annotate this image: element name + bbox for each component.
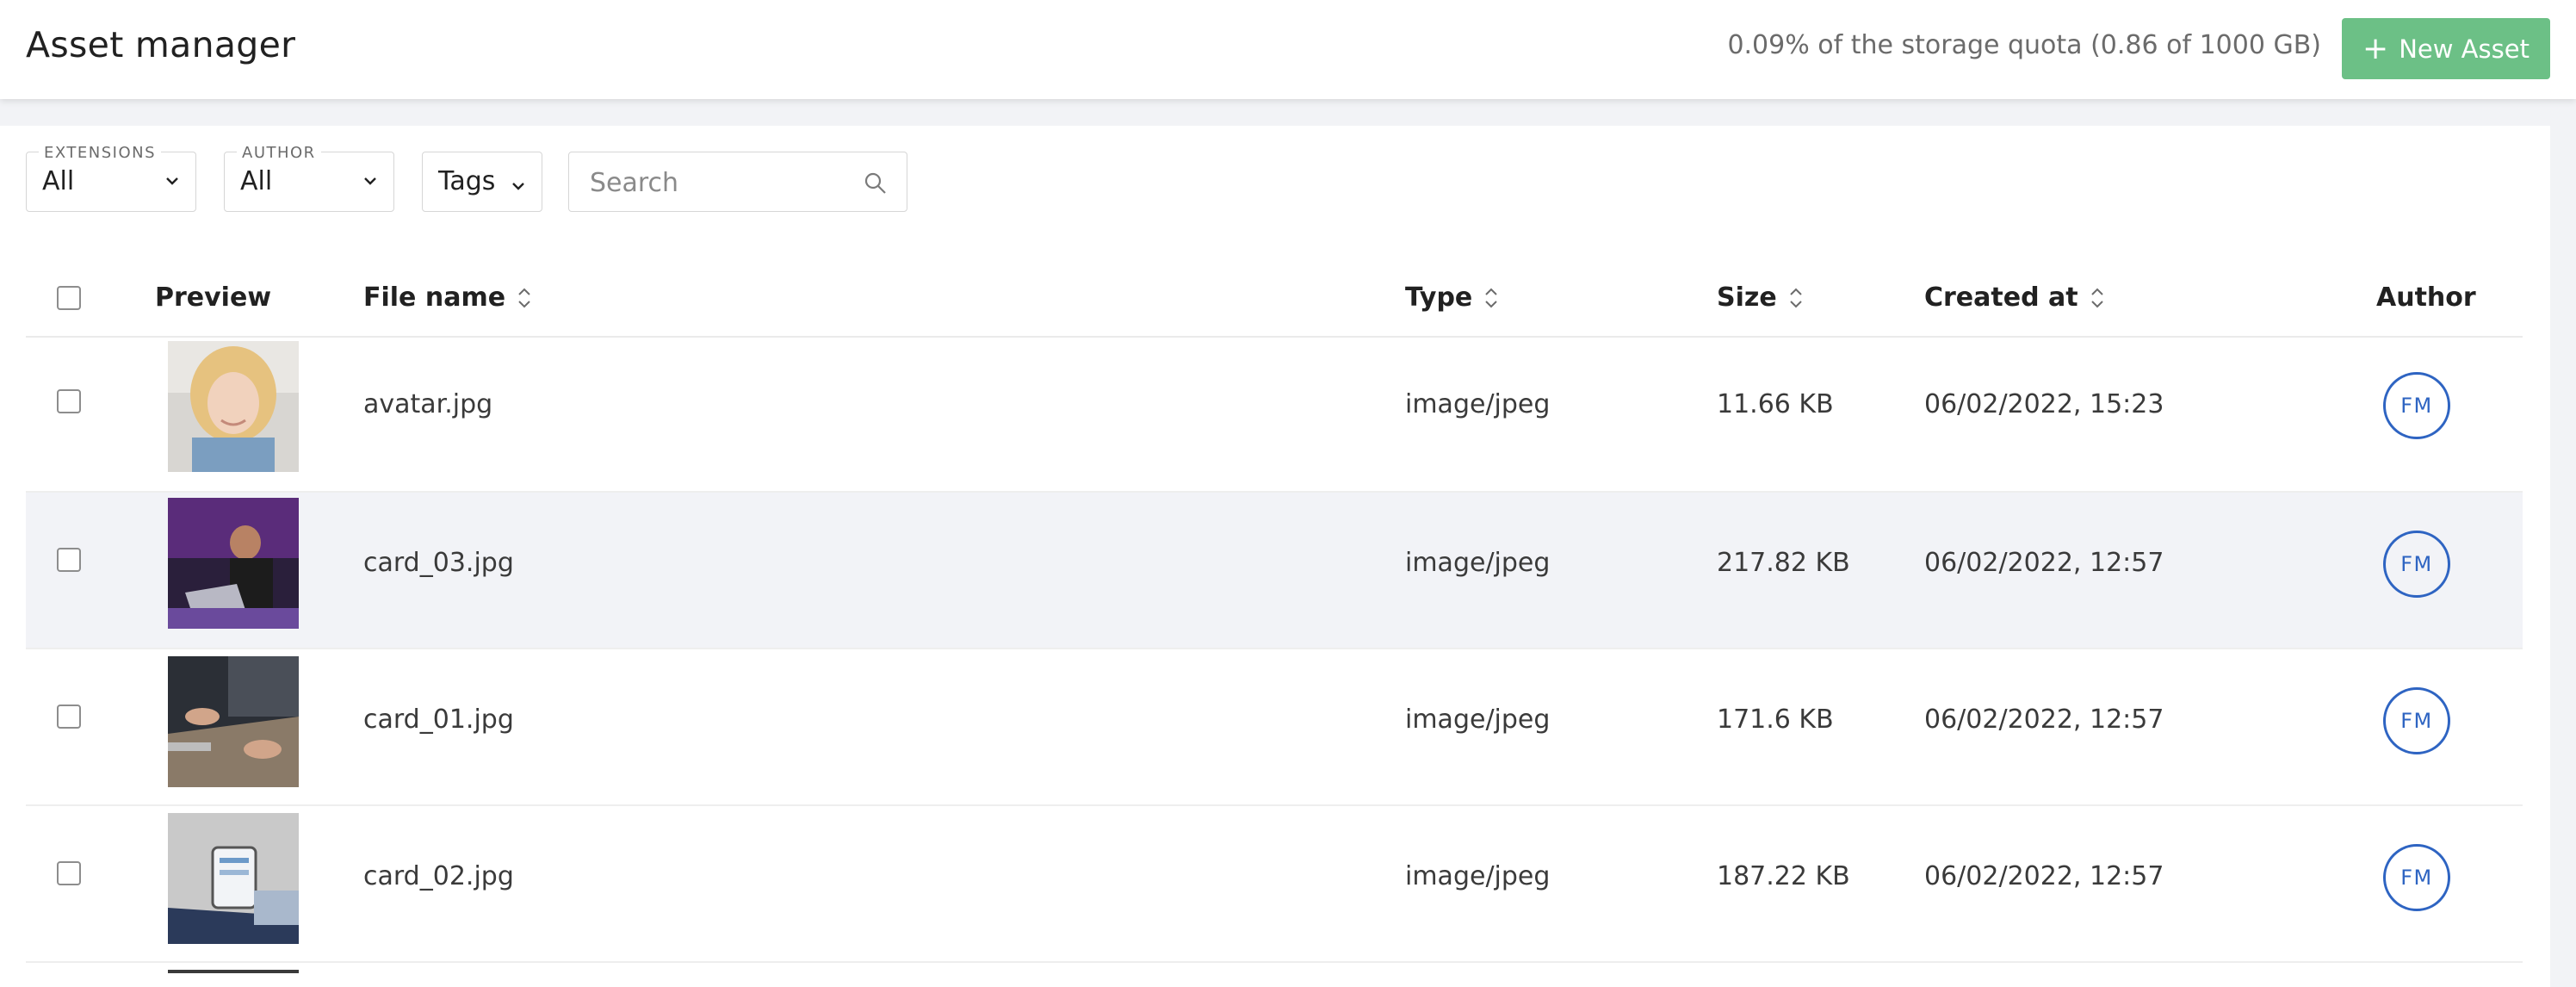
column-size-label: Size <box>1717 282 1777 313</box>
chevron-down-icon <box>512 183 524 190</box>
preview-thumbnail[interactable] <box>168 813 299 944</box>
top-bar: Asset manager 0.09% of the storage quota… <box>0 0 2576 99</box>
column-created-at-label: Created at <box>1924 282 2078 313</box>
column-preview-label: Preview <box>155 282 272 313</box>
file-name[interactable]: card_02.jpg <box>363 861 514 891</box>
sort-icon[interactable] <box>1483 285 1500 311</box>
file-size: 187.22 KB <box>1717 861 1850 891</box>
column-author-label: Author <box>2376 282 2476 313</box>
search-icon[interactable] <box>864 171 888 196</box>
column-file-name[interactable]: File name <box>363 282 533 313</box>
table-row[interactable]: card_02.jpg image/jpeg 187.22 KB 06/02/2… <box>26 806 2523 963</box>
sort-icon[interactable] <box>2089 285 2106 311</box>
table-row[interactable]: card_01.jpg image/jpeg 171.6 KB 06/02/20… <box>26 649 2523 806</box>
table-header: Preview File name Type Size Created at A… <box>26 274 2523 338</box>
file-size: 11.66 KB <box>1717 389 1834 419</box>
author-avatar[interactable]: FM <box>2383 844 2450 911</box>
column-preview: Preview <box>155 282 271 313</box>
new-asset-button[interactable]: + New Asset <box>2342 18 2550 79</box>
column-created-at[interactable]: Created at <box>1924 282 2106 313</box>
author-filter[interactable]: AUTHOR All <box>224 144 394 212</box>
author-filter-value: All <box>240 166 273 196</box>
created-at: 06/02/2022, 15:23 <box>1924 389 2164 419</box>
chevron-down-icon <box>166 177 178 185</box>
table-row[interactable] <box>26 963 2523 973</box>
preview-thumbnail[interactable] <box>168 498 299 629</box>
preview-thumbnail[interactable] <box>168 341 299 472</box>
column-file-name-label: File name <box>363 282 506 313</box>
tags-filter[interactable]: Tags <box>422 152 542 212</box>
chevron-down-icon <box>364 177 376 185</box>
author-avatar[interactable]: FM <box>2383 372 2450 439</box>
created-at: 06/02/2022, 12:57 <box>1924 548 2164 578</box>
extensions-filter-value: All <box>42 166 75 196</box>
extensions-filter[interactable]: EXTENSIONS All <box>26 144 196 212</box>
file-type: image/jpeg <box>1405 705 1551 735</box>
file-size: 171.6 KB <box>1717 705 1834 735</box>
author-avatar[interactable]: FM <box>2383 687 2450 754</box>
table-row[interactable]: card_03.jpg image/jpeg 217.82 KB 06/02/2… <box>26 493 2523 649</box>
row-checkbox[interactable] <box>57 389 81 413</box>
sort-icon[interactable] <box>1787 285 1805 311</box>
row-checkbox[interactable] <box>57 861 81 885</box>
column-type[interactable]: Type <box>1405 282 1500 313</box>
row-checkbox[interactable] <box>57 548 81 572</box>
new-asset-label: New Asset <box>2399 34 2530 64</box>
column-size[interactable]: Size <box>1717 282 1805 313</box>
tags-filter-value: Tags <box>438 166 496 196</box>
row-checkbox[interactable] <box>57 705 81 729</box>
table-row[interactable]: avatar.jpg image/jpeg 11.66 KB 06/02/202… <box>26 336 2523 493</box>
column-author: Author <box>2376 282 2476 313</box>
file-type: image/jpeg <box>1405 548 1551 578</box>
extensions-filter-label: EXTENSIONS <box>39 144 162 162</box>
storage-quota-text: 0.09% of the storage quota (0.86 of 1000… <box>1727 30 2321 60</box>
column-type-label: Type <box>1405 282 1473 313</box>
author-filter-label: AUTHOR <box>237 144 321 162</box>
file-name[interactable]: card_03.jpg <box>363 548 514 578</box>
select-all-checkbox[interactable] <box>57 286 81 310</box>
preview-thumbnail[interactable] <box>168 656 299 787</box>
file-name[interactable]: card_01.jpg <box>363 705 514 735</box>
file-size: 217.82 KB <box>1717 548 1850 578</box>
created-at: 06/02/2022, 12:57 <box>1924 861 2164 891</box>
author-avatar[interactable]: FM <box>2383 531 2450 598</box>
file-name[interactable]: avatar.jpg <box>363 389 492 419</box>
sort-icon[interactable] <box>516 285 533 311</box>
search-input[interactable] <box>588 164 850 201</box>
page-title: Asset manager <box>26 24 296 65</box>
plus-icon: + <box>2362 30 2389 66</box>
file-type: image/jpeg <box>1405 389 1551 419</box>
preview-thumbnail[interactable] <box>168 970 299 973</box>
created-at: 06/02/2022, 12:57 <box>1924 705 2164 735</box>
search-box <box>568 152 907 212</box>
file-type: image/jpeg <box>1405 861 1551 891</box>
